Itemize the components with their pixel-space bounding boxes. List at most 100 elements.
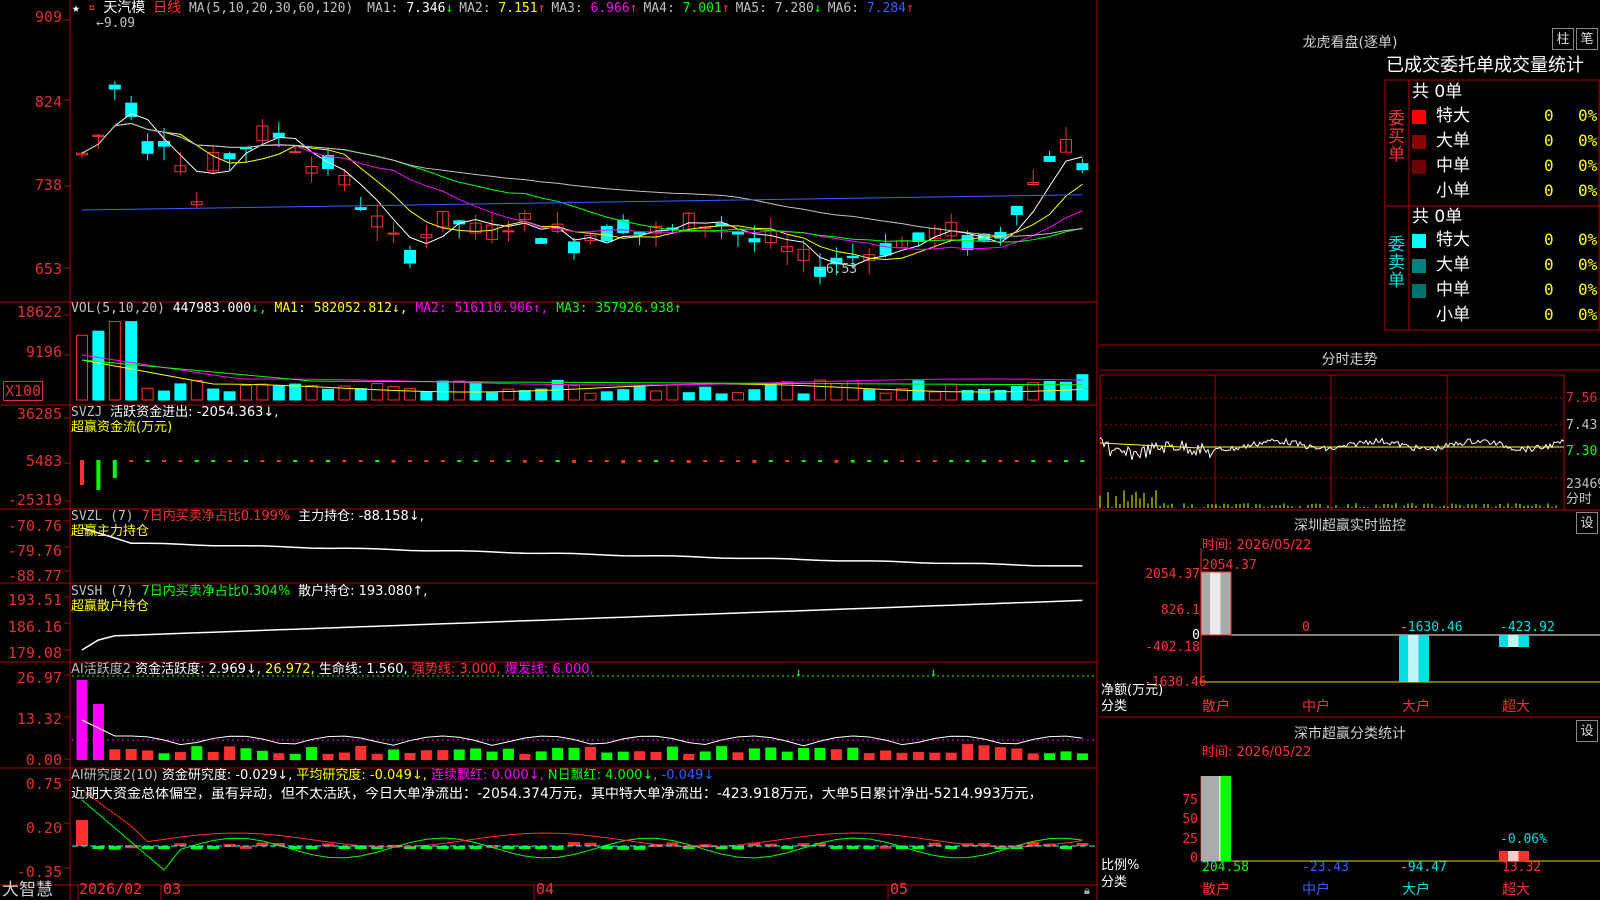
candle-body bbox=[879, 243, 892, 256]
svzj-bar bbox=[818, 460, 822, 462]
ai1-bar bbox=[732, 752, 744, 760]
candlestick-chart[interactable]: ↓ ↓ bbox=[0, 0, 1098, 900]
vol-header: VOL(5,10,20) 447983.000↓, MA1: 582052.81… bbox=[71, 301, 682, 316]
candle-body bbox=[633, 232, 646, 235]
bar-mode-button[interactable]: 柱 bbox=[1552, 28, 1574, 50]
svzj-bar bbox=[276, 460, 281, 462]
svzj-bar bbox=[506, 460, 511, 462]
svzj-bar bbox=[309, 460, 314, 462]
ai1-bar bbox=[929, 752, 941, 760]
svzj-bar bbox=[1047, 460, 1052, 463]
ai1-arrow-2: ↓ bbox=[930, 665, 937, 679]
longhu-tabs[interactable]: 已成交委托单成交量统计 bbox=[1386, 55, 1584, 77]
svzj-bar bbox=[326, 460, 330, 462]
main-chart-area[interactable]: ↓ ↓ bbox=[0, 0, 1098, 900]
ai1-bar bbox=[437, 750, 449, 760]
vol-bar bbox=[1076, 374, 1089, 401]
period-label[interactable]: 日线 bbox=[153, 0, 181, 16]
ai2-bar bbox=[256, 842, 269, 846]
classify-xlabel: 分类 bbox=[1101, 875, 1128, 890]
ai2-bar bbox=[223, 843, 236, 847]
svzj-bar bbox=[916, 460, 921, 462]
stock-name[interactable]: 天汽模 bbox=[103, 0, 145, 16]
sell-row-pct-1: 0% bbox=[1578, 255, 1598, 274]
buy-row-count-3: 0 bbox=[1544, 181, 1554, 200]
buy-row-name-3: 小单 bbox=[1436, 181, 1470, 201]
vol-bar bbox=[420, 391, 433, 401]
candle-body bbox=[600, 226, 613, 242]
ai1-bar bbox=[962, 744, 974, 760]
ai1-bar bbox=[912, 751, 924, 760]
candle-body bbox=[568, 241, 580, 254]
price-panel-header: ★ ¤ 天汽模 日线 MA(5,10,20,30,60,120) MA1: 7.… bbox=[72, 0, 914, 17]
candle-body bbox=[748, 238, 761, 243]
classify-val-3: 13.32 bbox=[1502, 860, 1542, 875]
vol-bar bbox=[272, 385, 285, 401]
vol-bar bbox=[469, 381, 482, 401]
tick-mode-button[interactable]: 笔 bbox=[1576, 28, 1598, 50]
candle-body bbox=[141, 141, 154, 154]
date-label-apr: 04 bbox=[536, 880, 555, 898]
fenshi-axis-1: 7.56 bbox=[1566, 391, 1598, 406]
vol-bar bbox=[568, 384, 580, 401]
sell-row-name-2: 中单 bbox=[1436, 280, 1470, 300]
ai2-bar bbox=[76, 820, 88, 846]
svsh-label: 散户持仓: 193.080↑, bbox=[298, 584, 428, 599]
ma-value-5: MA5: 7.280↓ bbox=[735, 1, 822, 16]
svzl-title: SVZL (7) bbox=[71, 509, 134, 524]
svzj-bar bbox=[621, 460, 626, 464]
svzl-ratio: 7日内买卖净占比0.199% bbox=[141, 509, 291, 524]
monitor-axis-1: 826.1 bbox=[1160, 603, 1200, 618]
sell-row-swatch-1 bbox=[1412, 259, 1426, 273]
ai2-label3: 连续飘红: 0.000↓, bbox=[431, 768, 544, 783]
vol-ma3: MA3: 357926.938↑ bbox=[556, 301, 682, 316]
vol-bar bbox=[322, 388, 334, 401]
date-label-feb: 2026/02 bbox=[79, 880, 143, 898]
svzj-bar bbox=[244, 460, 248, 462]
brand-logo[interactable]: 大智慧 bbox=[2, 880, 53, 900]
ai1-bar bbox=[404, 753, 416, 760]
right-sidebar bbox=[1099, 0, 1600, 900]
classify-axis-1: 50 bbox=[1182, 812, 1198, 827]
svzl-axis-top: -70.76 bbox=[7, 517, 62, 535]
svzj-bar bbox=[850, 460, 855, 463]
high-mark-value: 9.09 bbox=[103, 16, 136, 31]
candle-body bbox=[1043, 155, 1056, 162]
ai1-axis-mid: 13.32 bbox=[16, 710, 62, 728]
fenshi-title[interactable]: 分时走势 bbox=[1099, 349, 1600, 369]
candle-body bbox=[354, 207, 367, 210]
monitor-settings-button[interactable]: 设 bbox=[1576, 512, 1598, 534]
ai1-bar bbox=[552, 747, 564, 760]
ai1-bar bbox=[158, 753, 170, 760]
ai1-label3: 生命线: 1.560, bbox=[318, 662, 408, 677]
monitor-bar-large-shine bbox=[1408, 635, 1419, 682]
fenshi-axis-2: 7.43 bbox=[1566, 418, 1598, 433]
ai1-bar bbox=[240, 748, 252, 760]
svzj-bar bbox=[752, 460, 757, 464]
vol-bar bbox=[453, 380, 466, 401]
svzj-bar bbox=[342, 460, 347, 462]
vol-bar bbox=[76, 334, 88, 401]
buy-row-swatch-3 bbox=[1412, 185, 1426, 199]
vol-ma3 bbox=[81, 359, 1083, 386]
svzj-bar bbox=[178, 460, 183, 462]
fenshi-footer: 分时 bbox=[1566, 492, 1593, 507]
vol-bar bbox=[748, 389, 761, 401]
favorite-star-icon[interactable]: ★ bbox=[72, 1, 80, 16]
svsh-ratio: 7日内买卖净占比0.304% bbox=[141, 584, 291, 599]
buy-row-pct-0: 0% bbox=[1578, 106, 1598, 125]
classify-axis-3: 0 bbox=[1190, 851, 1198, 866]
classify-settings-button[interactable]: 设 bbox=[1576, 720, 1598, 742]
sell-row-pct-3: 0% bbox=[1578, 305, 1598, 324]
buy-row-swatch-0 bbox=[1412, 110, 1426, 124]
ai1-bar bbox=[256, 750, 268, 760]
ai1-bar bbox=[880, 750, 892, 760]
ai2-bar bbox=[108, 846, 121, 850]
stock-flag-icon: ¤ bbox=[87, 1, 96, 16]
sidebar-graphics bbox=[1099, 79, 1600, 862]
ai1-label4: 强势线: 3.000, bbox=[411, 662, 501, 677]
classify-time: 时间: 2026/05/22 bbox=[1202, 745, 1312, 760]
classify-pct-label: -0.06% bbox=[1500, 832, 1547, 847]
svzj-bar bbox=[80, 460, 84, 485]
lock-icon[interactable]: 🔒︎ bbox=[1084, 883, 1090, 898]
